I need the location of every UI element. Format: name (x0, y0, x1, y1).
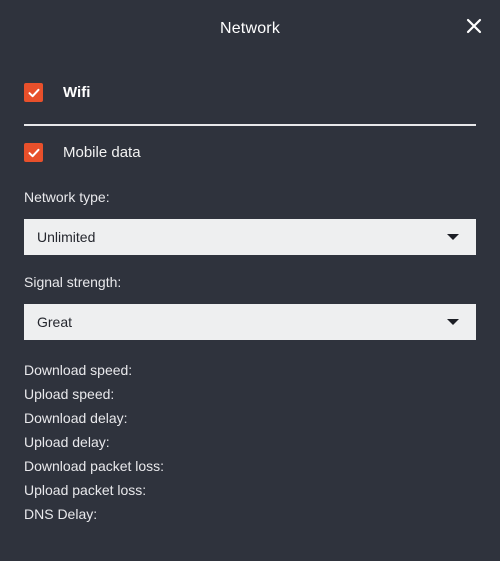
signal-strength-value: Great (37, 314, 73, 330)
list-item: Download speed: (24, 358, 464, 382)
close-button[interactable] (460, 12, 488, 40)
stat-label: DNS Delay: (24, 506, 98, 522)
titlebar: Network (0, 0, 500, 58)
stat-label: Upload delay: (24, 434, 110, 450)
close-icon (464, 16, 484, 36)
stat-label: Upload speed: (24, 386, 115, 402)
wifi-label: Wifi (63, 84, 91, 101)
page-title: Network (219, 20, 281, 37)
network-type-value: Unlimited (37, 229, 96, 245)
checkmark-icon (27, 86, 41, 100)
network-stats-list: Download speed: Upload speed: Download d… (24, 358, 464, 526)
wifi-toggle-row[interactable]: Wifi (24, 83, 90, 102)
list-item: Download packet loss: (24, 454, 464, 478)
signal-strength-label: Signal strength: (24, 274, 122, 290)
stat-label: Upload packet loss: (24, 482, 147, 498)
list-item: Download delay: (24, 406, 464, 430)
list-item: Upload packet loss: (24, 478, 464, 502)
checkmark-icon (27, 146, 41, 160)
mobile-data-toggle-row[interactable]: Mobile data (24, 143, 141, 162)
list-item: Upload speed: (24, 382, 464, 406)
mobile-data-label: Mobile data (63, 144, 141, 161)
wifi-checkbox[interactable] (24, 83, 43, 102)
network-type-select[interactable]: Unlimited (24, 219, 476, 255)
stat-label: Download packet loss: (24, 458, 165, 474)
chevron-down-icon (447, 319, 459, 325)
section-divider (24, 124, 476, 126)
stat-label: Download speed: (24, 362, 133, 378)
network-type-label: Network type: (24, 189, 110, 205)
stat-label: Download delay: (24, 410, 128, 426)
list-item: DNS Delay: (24, 502, 464, 526)
list-item: Upload delay: (24, 430, 464, 454)
signal-strength-select[interactable]: Great (24, 304, 476, 340)
mobile-data-checkbox[interactable] (24, 143, 43, 162)
chevron-down-icon (447, 234, 459, 240)
